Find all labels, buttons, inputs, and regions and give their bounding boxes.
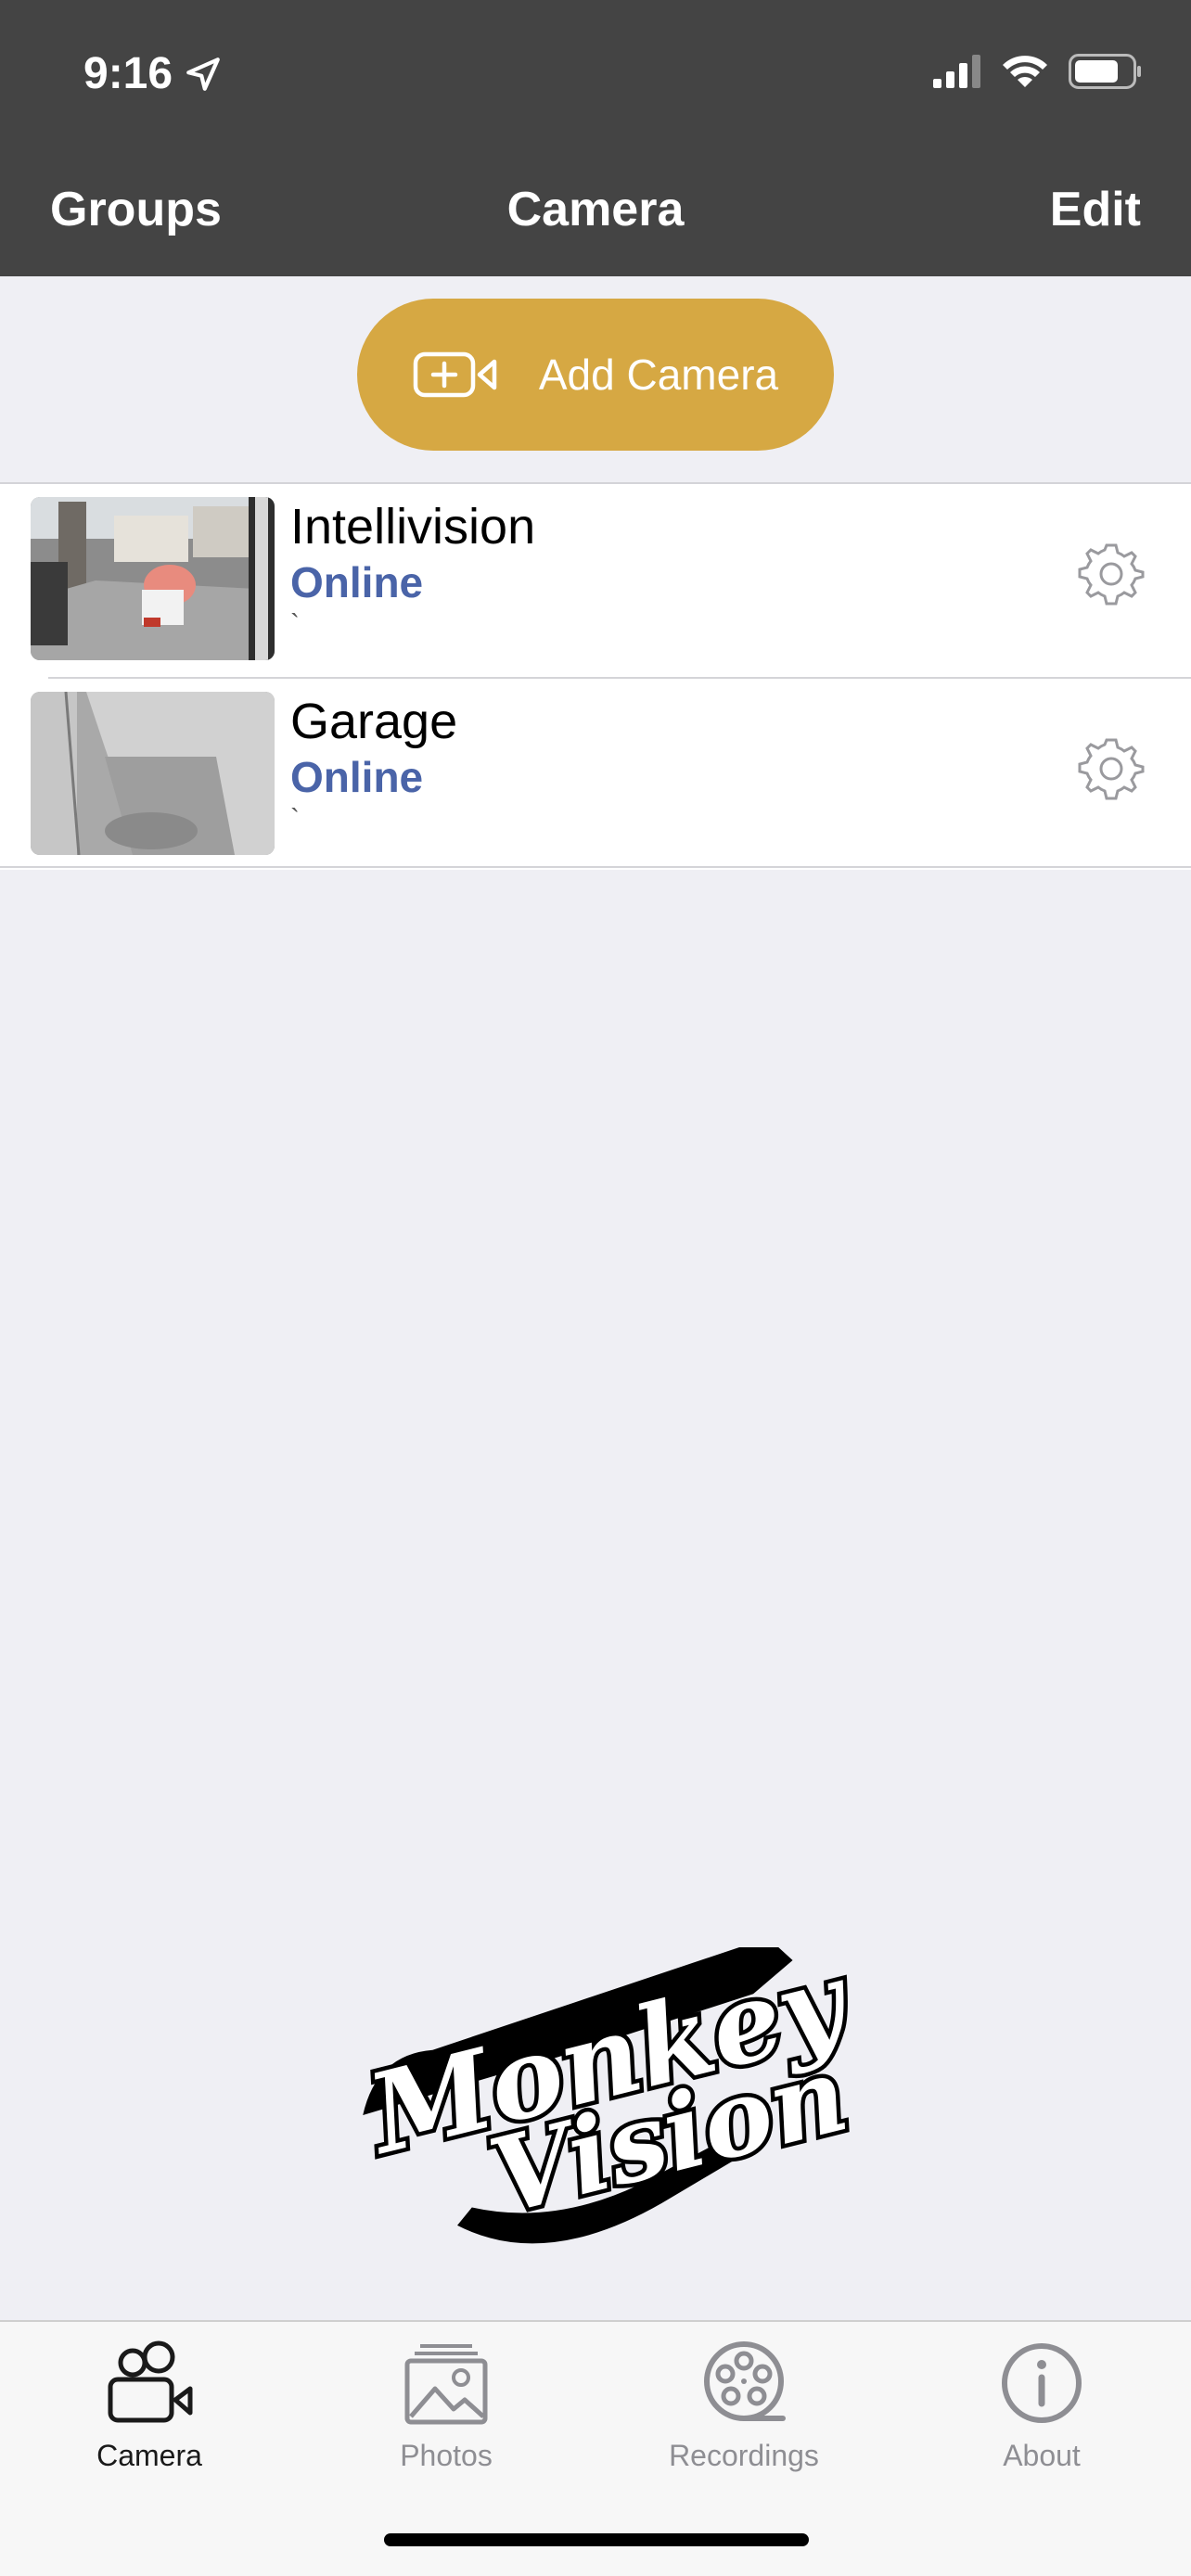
- camera-row-garage[interactable]: Garage Online `: [31, 677, 1191, 870]
- settings-gear-icon[interactable]: [1078, 734, 1145, 801]
- add-camera-label: Add Camera: [538, 351, 779, 399]
- settings-gear-icon[interactable]: [1078, 540, 1145, 606]
- tab-camera[interactable]: Camera: [29, 2339, 270, 2473]
- tab-recordings[interactable]: Recordings: [623, 2339, 864, 2473]
- photo-icon: [404, 2344, 488, 2425]
- camera-name: Intellivision: [290, 499, 536, 555]
- film-reel-icon: [704, 2341, 786, 2421]
- info-icon: [1002, 2343, 1082, 2423]
- tab-about[interactable]: About: [921, 2339, 1162, 2473]
- add-camera-button[interactable]: Add Camera: [357, 299, 834, 451]
- camera-extra: `: [290, 609, 300, 640]
- tab-label: About: [1003, 2439, 1081, 2472]
- add-video-camera-icon: [413, 351, 497, 398]
- camera-info-garage: Garage Online `: [290, 692, 457, 836]
- camera-status: Online: [290, 558, 424, 606]
- top-bar: 9:16 Groups Camera Edit: [0, 0, 1191, 276]
- list-divider-bottom: [0, 866, 1191, 868]
- camera-thumbnail-garage[interactable]: [31, 692, 275, 855]
- cellular-signal-icon: [933, 55, 980, 88]
- status-time: 9:16: [83, 48, 223, 99]
- wifi-icon: [1003, 56, 1047, 87]
- status-indicators: [933, 54, 1143, 89]
- camera-status: Online: [290, 753, 424, 801]
- tab-photos[interactable]: Photos: [326, 2339, 567, 2473]
- camera-list: Intellivision Online ` Garage Online `: [0, 484, 1191, 870]
- page-title: Camera: [506, 183, 685, 236]
- camera-name: Garage: [290, 694, 458, 749]
- camera-info-intellivision: Intellivision Online `: [290, 497, 535, 642]
- tab-label: Recordings: [669, 2439, 819, 2472]
- home-indicator[interactable]: [384, 2533, 809, 2546]
- video-camera-icon: [108, 2340, 193, 2423]
- camera-row-intellivision[interactable]: Intellivision Online `: [0, 484, 1191, 677]
- location-arrow-icon: [186, 57, 220, 91]
- edit-button[interactable]: Edit: [1050, 182, 1141, 237]
- camera-extra: `: [290, 804, 300, 835]
- monkey-vision-logo: Monkey Vision: [350, 1947, 852, 2244]
- tab-label: Camera: [96, 2439, 202, 2472]
- camera-thumbnail-intellivision[interactable]: [31, 497, 275, 660]
- status-time-text: 9:16: [83, 49, 173, 98]
- tab-label: Photos: [400, 2439, 493, 2472]
- battery-icon: [1069, 54, 1141, 89]
